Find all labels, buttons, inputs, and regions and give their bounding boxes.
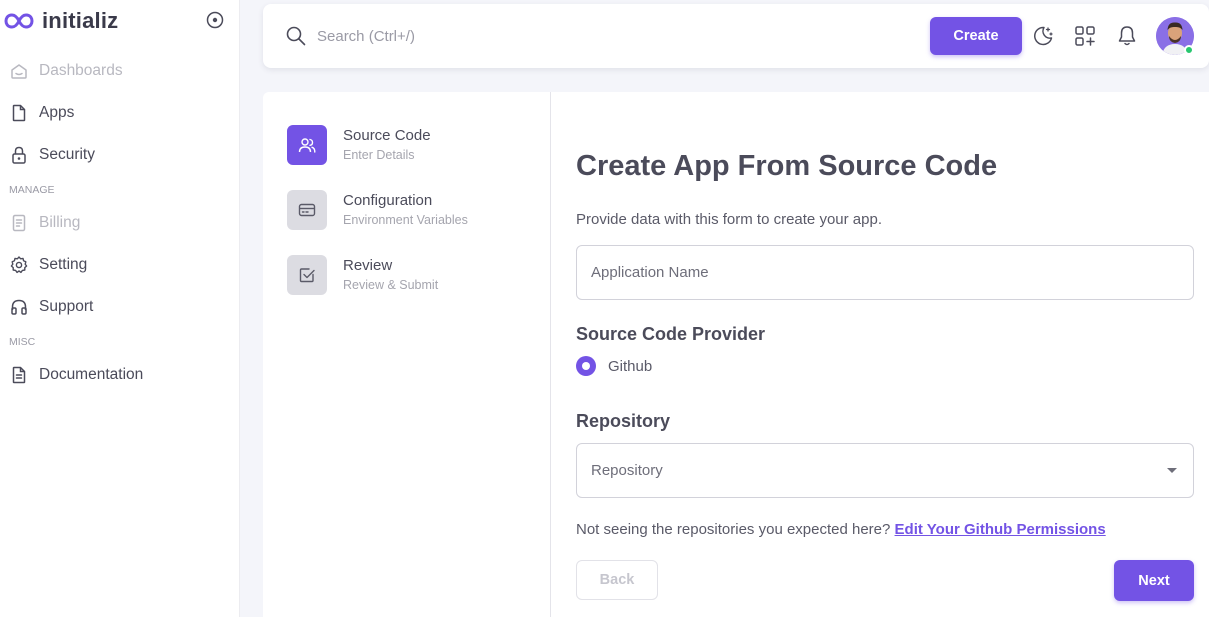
sidebar-item-label: Dashboards [39,62,123,79]
sidebar-item-support[interactable]: Support [0,286,239,328]
step-title: Configuration [343,192,433,209]
file-dollar-icon [12,214,26,232]
credit-card-icon [298,203,316,217]
back-button[interactable]: Back [576,560,658,600]
infinity-icon [4,13,34,29]
smart-home-icon [11,64,27,79]
sidebar-item-documentation[interactable]: Documentation [0,354,239,396]
lock-icon [12,146,26,164]
repository-help-note: Not seeing the repositories you expected… [576,521,891,538]
apps-plus-icon[interactable] [1073,24,1097,48]
bell-icon[interactable] [1115,24,1139,48]
online-status-badge [1184,45,1194,55]
sidebar-nav: Dashboards Apps Security MANAGE Billing … [0,50,239,396]
repository-help-text: Not seeing the repositories you expected… [576,521,1106,538]
repository-select-placeholder: Repository [591,462,663,479]
sidebar-item-apps[interactable]: Apps [0,92,239,134]
sidebar-section-misc: MISC [9,336,36,348]
brand-name: initializ [42,8,119,33]
step-title: Source Code [343,127,431,144]
source-code-provider-label: Source Code Provider [576,324,766,344]
step-review[interactable]: Review Review & Submit [287,255,438,295]
search-input[interactable] [317,24,737,48]
file-icon [12,104,26,122]
caret-down-icon [1167,468,1177,473]
repository-label: Repository [576,411,671,431]
step-title: Review [343,257,393,274]
sidebar-item-label: Documentation [39,366,144,383]
radio-checked-dot [582,362,590,370]
create-app-card: Source Code Enter Details Configuration … [263,92,1209,617]
sidebar-item-security[interactable]: Security [0,134,239,176]
top-bar: Create [263,4,1209,68]
step-subtitle: Review & Submit [343,278,439,292]
sidebar: initializ Dashboards Apps Security MANAG… [0,0,240,617]
sidebar-item-setting[interactable]: Setting [0,244,239,286]
step-configuration[interactable]: Configuration Environment Variables [287,190,468,230]
github-radio-label: Github [608,357,653,375]
step-icon-box [287,190,327,230]
step-icon-box [287,125,327,165]
sidebar-item-label: Billing [39,214,81,231]
github-radio-option[interactable]: Github [576,356,652,376]
github-radio[interactable] [576,356,596,376]
stepper: Source Code Enter Details Configuration … [263,92,551,617]
page-title: Create App From Source Code [576,150,998,182]
checkbox-icon [299,268,315,283]
sidebar-section-manage: MANAGE [9,184,55,196]
sidebar-item-label: Security [39,146,95,163]
repository-select[interactable]: Repository [576,443,1194,498]
step-subtitle: Enter Details [343,148,415,162]
moon-stars-icon[interactable] [1031,24,1055,48]
sidebar-item-label: Apps [39,104,75,121]
step-subtitle: Environment Variables [343,213,468,227]
step-icon-box [287,255,327,295]
sidebar-item-billing[interactable]: Billing [0,202,239,244]
form-description: Provide data with this form to create yo… [576,211,882,228]
headphones-icon [11,299,27,315]
application-name-input[interactable] [576,245,1194,300]
sidebar-item-dashboards[interactable]: Dashboards [0,50,239,92]
next-button[interactable]: Next [1114,560,1194,601]
create-button[interactable]: Create [930,17,1022,55]
search-icon[interactable] [285,25,307,47]
gear-icon [10,256,28,274]
users-icon [298,138,316,153]
sidebar-toggle-icon[interactable] [205,10,225,30]
brand[interactable]: initializ [4,8,118,34]
step-source-code[interactable]: Source Code Enter Details [287,125,431,165]
sidebar-item-label: Support [39,298,94,315]
file-text-icon [12,366,26,384]
edit-github-permissions-link[interactable]: Edit Your Github Permissions [895,521,1106,538]
sidebar-item-label: Setting [39,256,88,273]
